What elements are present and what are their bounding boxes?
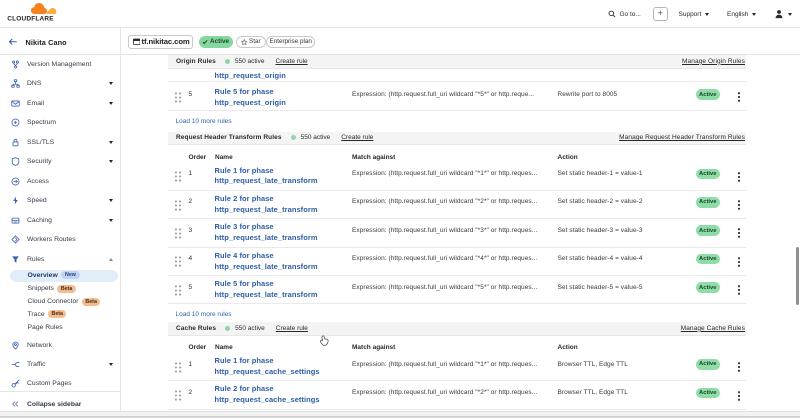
svg-text:CLOUDFLARE: CLOUDFLARE <box>7 15 54 21</box>
